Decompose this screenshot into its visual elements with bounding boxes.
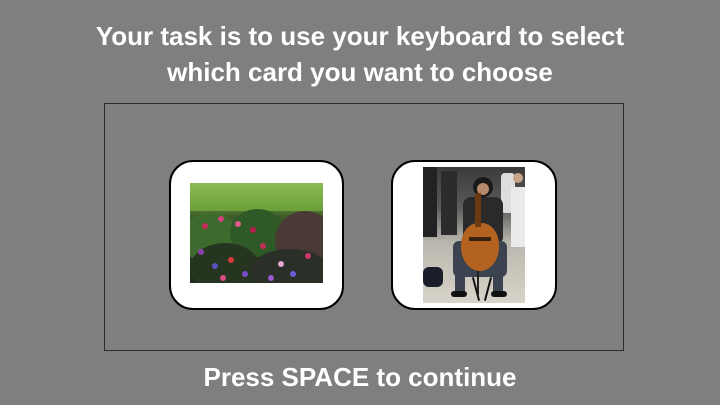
instruction-line-1: Your task is to use your keyboard to sel…: [95, 21, 625, 51]
instruction-text: Your task is to use your keyboard to sel…: [0, 18, 720, 90]
flowers-image: [190, 183, 323, 283]
cellist-image: [423, 167, 525, 303]
instruction-line-2: which card you want to choose: [167, 57, 553, 87]
continue-prompt: Press SPACE to continue: [203, 362, 517, 392]
